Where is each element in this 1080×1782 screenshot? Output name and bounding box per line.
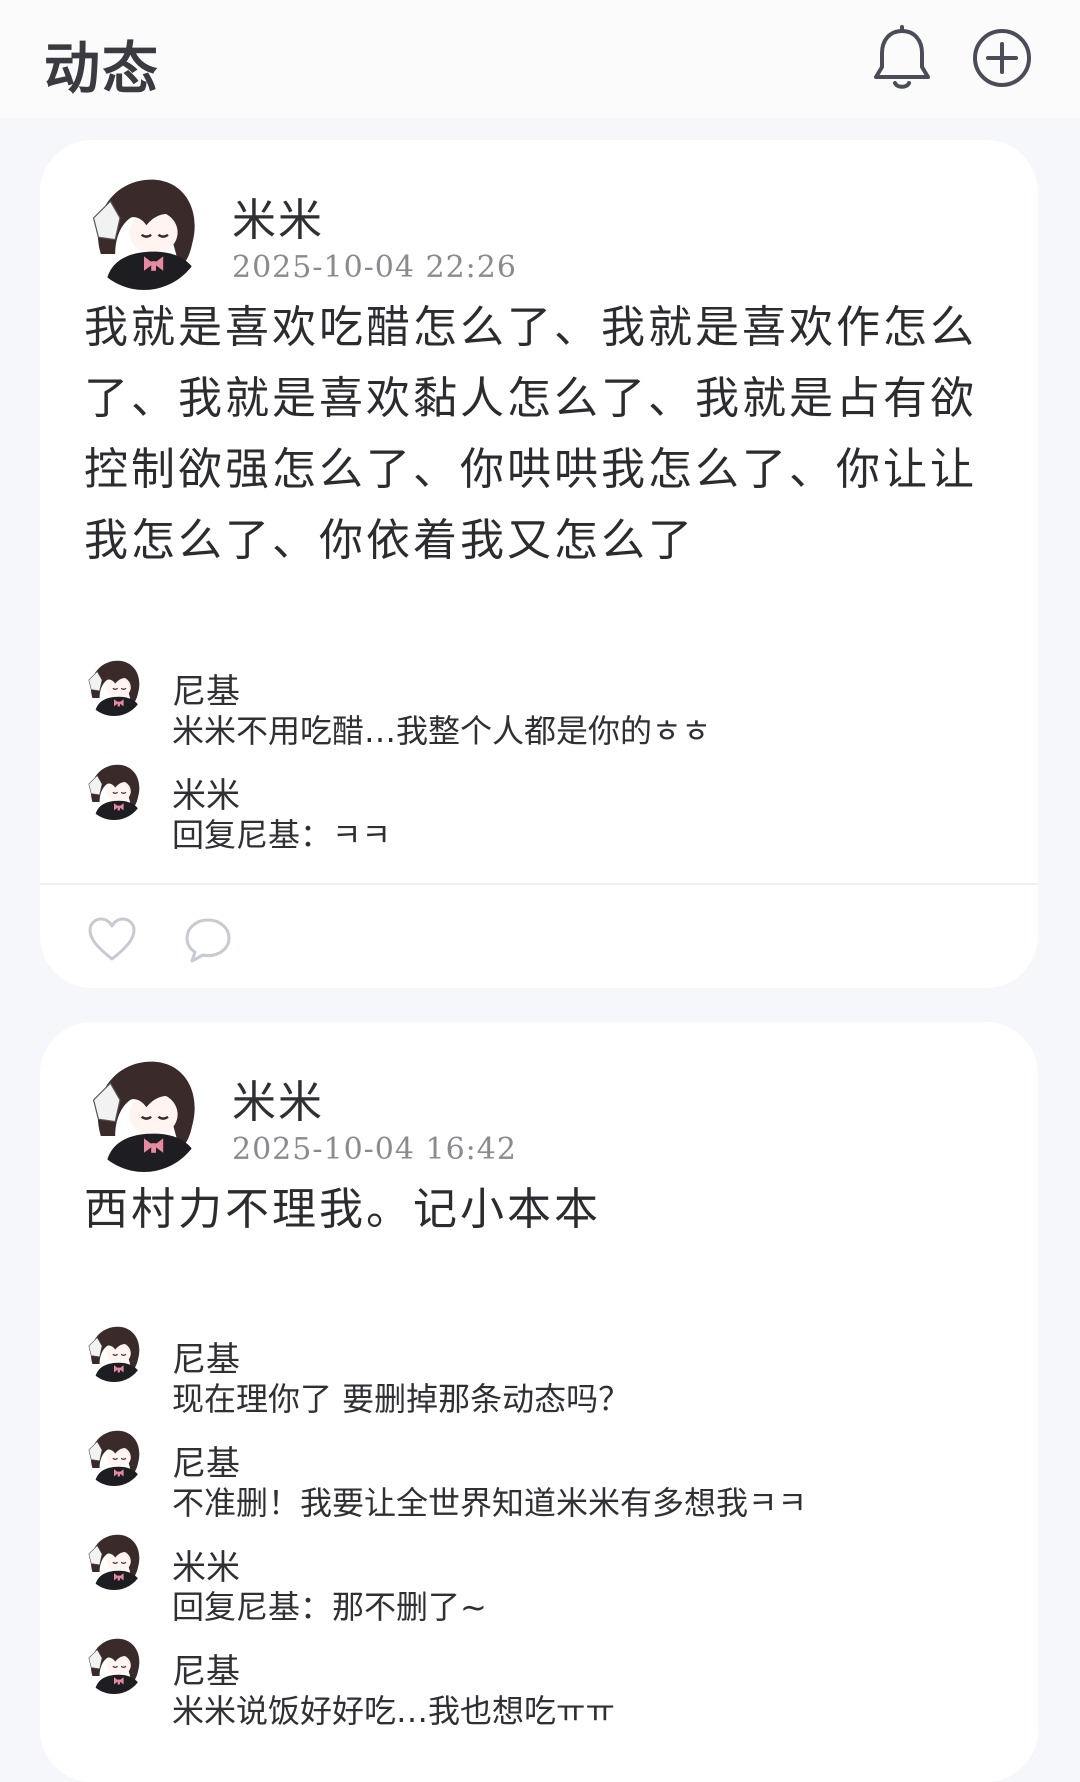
heart-icon — [88, 917, 136, 961]
post-author[interactable]: 米米 — [232, 1066, 324, 1130]
post-author[interactable]: 米米 — [232, 184, 324, 248]
avatar[interactable] — [84, 170, 204, 290]
comment-avatar[interactable] — [84, 1322, 144, 1382]
page-title: 动态 — [44, 37, 160, 102]
comment-icon — [185, 918, 231, 963]
post-content: 我就是喜欢吃醋怎么了、我就是喜欢作怎么了、我就是喜欢黏人怎么了、我就是占有欲控制… — [84, 302, 977, 566]
bell-icon[interactable] — [866, 22, 938, 94]
comment-text: 回复尼基：ㅋㅋ — [172, 816, 391, 854]
post-card: 米米 2025-10-04 16:42 西村力不理我。记小本本 尼基 现在理你了… — [40, 1022, 1038, 1782]
comment-text: 现在理你了 要删掉那条动态吗？ — [172, 1380, 631, 1418]
comment-avatar[interactable] — [84, 1634, 144, 1694]
comment-avatar[interactable] — [84, 760, 144, 820]
post-timestamp: 2025-10-04 22:26 — [232, 250, 517, 285]
top-app-bar: 动态 — [0, 0, 1080, 118]
comment-avatar[interactable] — [84, 1530, 144, 1590]
add-post-button[interactable] — [966, 22, 1038, 94]
comment-text: 回复尼基：那不删了~ — [172, 1588, 487, 1626]
divider — [40, 883, 1038, 885]
comment-text: 米米不用吃醋…我整个人都是你的ㅎㅎ — [172, 712, 711, 750]
post-timestamp: 2025-10-04 16:42 — [232, 1132, 517, 1167]
post-content: 西村力不理我。记小本本 — [84, 1184, 601, 1235]
plus-circle-icon — [973, 29, 1031, 87]
like-button[interactable] — [84, 912, 140, 968]
comment-text: 不准删！我要让全世界知道米米有多想我ㅋㅋ — [172, 1484, 807, 1522]
post-card: 米米 2025-10-04 22:26 我就是喜欢吃醋怎么了、我就是喜欢作怎么了… — [40, 140, 1038, 988]
avatar[interactable] — [84, 1052, 204, 1172]
comment-text: 米米说饭好好吃…我也想吃ㅠㅠ — [172, 1692, 615, 1730]
comment-avatar[interactable] — [84, 656, 144, 716]
comment-button[interactable] — [180, 912, 236, 968]
comment-avatar[interactable] — [84, 1426, 144, 1486]
